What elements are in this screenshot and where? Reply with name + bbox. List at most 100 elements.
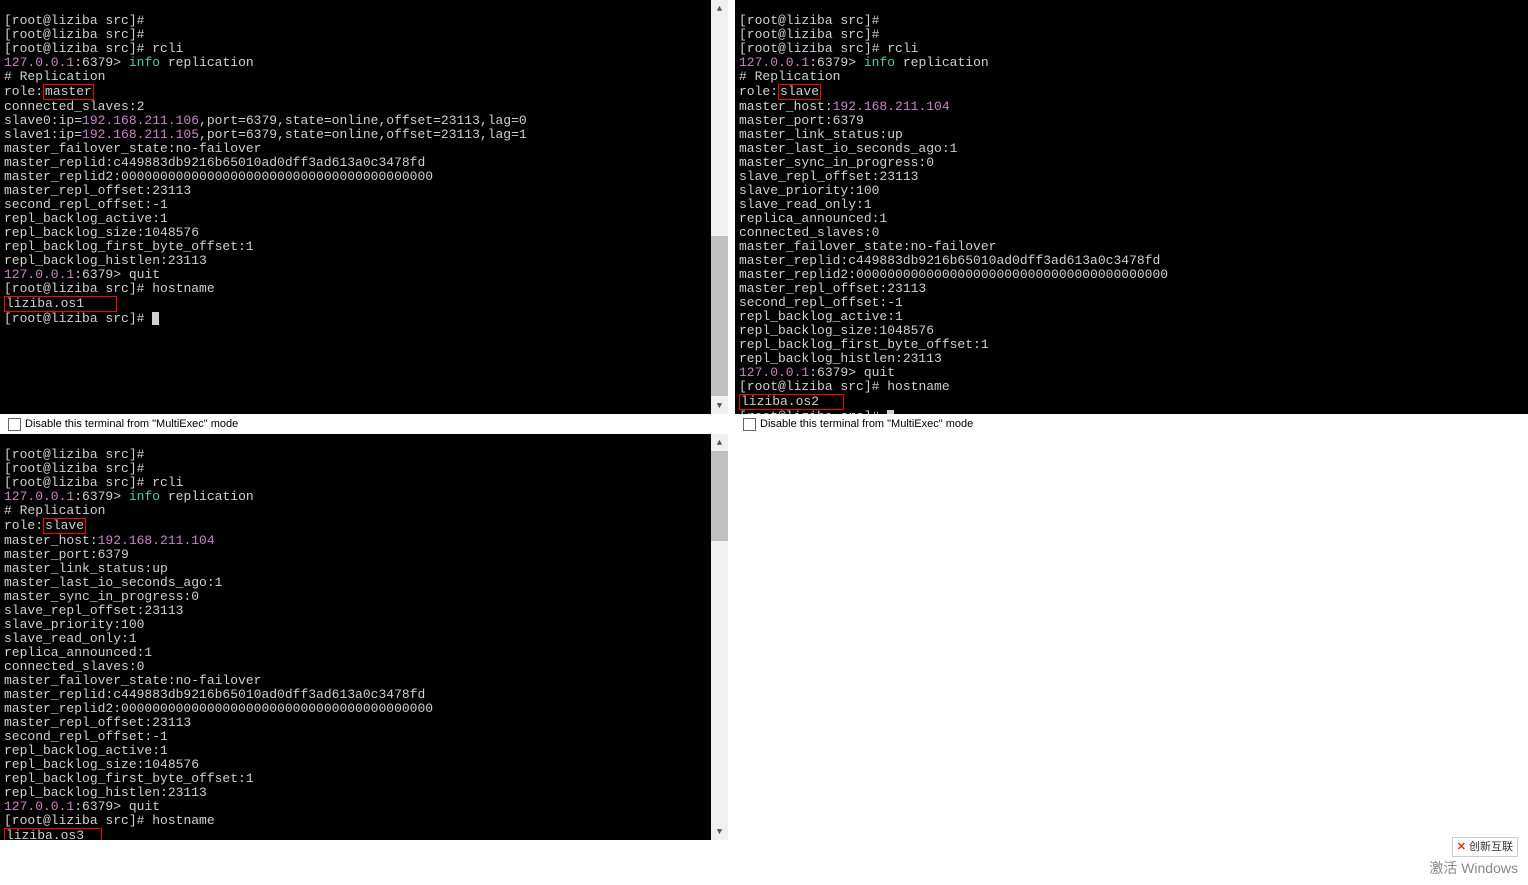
line: slave_repl_offset:23113 [4, 603, 183, 618]
disable-label: Disable this terminal from "MultiExec" m… [25, 417, 238, 431]
quit-cmd: quit [864, 365, 895, 380]
line: repl_backlog_active:1 [4, 743, 168, 758]
hostname-cmd: hostname [887, 379, 949, 394]
master-host-label: master_host: [4, 533, 98, 548]
line: slave_repl_offset:23113 [739, 169, 918, 184]
line: master_replid2:0000000000000000000000000… [739, 267, 1168, 282]
line: master_replid2:0000000000000000000000000… [4, 701, 433, 716]
redis-port: :6379> [74, 55, 121, 70]
scroll-down-icon[interactable]: ▼ [711, 397, 728, 414]
prompt: [root@liziba src]# [4, 461, 144, 476]
slave1-ip: 192.168.211.105 [82, 127, 199, 142]
logo-icon: ✕ [1457, 840, 1466, 854]
disable-checkbox[interactable] [8, 418, 21, 431]
hostname-highlight: liziba.os2 [739, 394, 844, 410]
rcli-cmd: rcli [887, 41, 918, 56]
terminal-pane-1[interactable]: [root@liziba src]# [root@liziba src]# [r… [0, 0, 728, 414]
line: replica_announced:1 [739, 211, 887, 226]
info-arg: replication [168, 489, 254, 504]
scroll-up-icon[interactable]: ▲ [711, 0, 728, 17]
redis-ip: 127.0.0.1 [739, 55, 809, 70]
logo-text: 创新互联 [1469, 840, 1513, 854]
line: master_repl_offset:23113 [4, 715, 191, 730]
master-host-ip: 192.168.211.104 [98, 533, 215, 548]
section-header: # Replication [739, 69, 840, 84]
prompt: [root@liziba src]# [4, 447, 144, 462]
prompt: [root@liziba src]# [4, 281, 144, 296]
line: master_replid2:0000000000000000000000000… [4, 169, 433, 184]
terminal-output-3: [root@liziba src]# [root@liziba src]# [r… [0, 434, 728, 840]
watermark: ✕ 创新互联 激活 Windows [1429, 837, 1518, 875]
line: master_repl_offset:23113 [739, 281, 926, 296]
line: repl_backlog_histlen:23113 [4, 253, 207, 268]
prompt: [root@liziba src]# [4, 13, 144, 28]
section-header: # Replication [4, 69, 105, 84]
line: slave0:ip= [4, 113, 82, 128]
master-host-label: master_host: [739, 99, 833, 114]
role-value-highlight: slave [778, 84, 821, 100]
prompt: [root@liziba src]# [4, 311, 144, 326]
redis-ip: 127.0.0.1 [4, 55, 74, 70]
prompt: [root@liziba src]# [4, 27, 144, 42]
hostname-highlight: liziba.os3 [4, 828, 102, 840]
line: master_port:6379 [739, 113, 864, 128]
line: master_sync_in_progress:0 [4, 589, 199, 604]
terminal-output-2: [root@liziba src]# [root@liziba src]# [r… [735, 0, 1528, 414]
redis-port: :6379> [809, 365, 856, 380]
line: repl_backlog_size:1048576 [4, 757, 199, 772]
line: connected_slaves:0 [739, 225, 879, 240]
section-header: # Replication [4, 503, 105, 518]
line: ,port=6379,state=online,offset=23113,lag… [199, 113, 527, 128]
line: repl_backlog_active:1 [4, 211, 168, 226]
line: master_link_status:up [739, 127, 903, 142]
line: replica_announced:1 [4, 645, 152, 660]
redis-port: :6379> [74, 489, 121, 504]
line: connected_slaves:0 [4, 659, 144, 674]
line: master_repl_offset:23113 [4, 183, 191, 198]
redis-ip: 127.0.0.1 [739, 365, 809, 380]
info-cmd: info [864, 55, 895, 70]
terminal-pane-2[interactable]: [root@liziba src]# [root@liziba src]# [r… [735, 0, 1528, 414]
line: master_failover_state:no-failover [739, 239, 996, 254]
disable-label: Disable this terminal from "MultiExec" m… [760, 417, 973, 431]
line: master_link_status:up [4, 561, 168, 576]
scroll-thumb[interactable] [711, 236, 728, 396]
line: slave_read_only:1 [4, 631, 137, 646]
info-cmd: info [129, 55, 160, 70]
scroll-up-icon[interactable]: ▲ [711, 434, 728, 451]
hostname-cmd: hostname [152, 813, 214, 828]
line: repl_backlog_size:1048576 [4, 225, 199, 240]
terminal-output-1: [root@liziba src]# [root@liziba src]# [r… [0, 0, 728, 326]
prompt: [root@liziba src]# [739, 27, 879, 42]
rcli-cmd: rcli [152, 475, 183, 490]
hostname-highlight: liziba.os1 [4, 296, 117, 312]
empty-pane-4 [735, 434, 1528, 840]
redis-ip: 127.0.0.1 [4, 267, 74, 282]
hostname-cmd: hostname [152, 281, 214, 296]
info-arg: replication [903, 55, 989, 70]
line: master_sync_in_progress:0 [739, 155, 934, 170]
line: repl_backlog_histlen:23113 [739, 351, 942, 366]
scroll-down-icon[interactable]: ▼ [711, 823, 728, 840]
line: master_failover_state:no-failover [4, 141, 261, 156]
scroll-thumb[interactable] [711, 451, 728, 541]
line: repl_backlog_first_byte_offset:1 [4, 771, 254, 786]
scrollbar[interactable]: ▲ ▼ [711, 434, 728, 840]
line: master_failover_state:no-failover [4, 673, 261, 688]
line: master_replid:c449883db9216b65010ad0dff3… [739, 253, 1160, 268]
terminal-pane-3[interactable]: [root@liziba src]# [root@liziba src]# [r… [0, 434, 728, 840]
line: ,port=6379,state=online,offset=23113,lag… [199, 127, 527, 142]
scrollbar[interactable]: ▲ ▼ [711, 0, 728, 414]
role-label: role: [4, 84, 43, 99]
line: repl_backlog_active:1 [739, 309, 903, 324]
logo-badge: ✕ 创新互联 [1452, 837, 1518, 857]
redis-ip: 127.0.0.1 [4, 489, 74, 504]
prompt: [root@liziba src]# [4, 813, 144, 828]
line: slave1:ip= [4, 127, 82, 142]
activate-windows-text: 激活 Windows [1429, 861, 1518, 875]
disable-multiexec-bar-2: Disable this terminal from "MultiExec" m… [735, 414, 1528, 434]
line: master_last_io_seconds_ago:1 [4, 575, 222, 590]
disable-checkbox[interactable] [743, 418, 756, 431]
line: repl_backlog_first_byte_offset:1 [4, 239, 254, 254]
quit-cmd: quit [129, 267, 160, 282]
